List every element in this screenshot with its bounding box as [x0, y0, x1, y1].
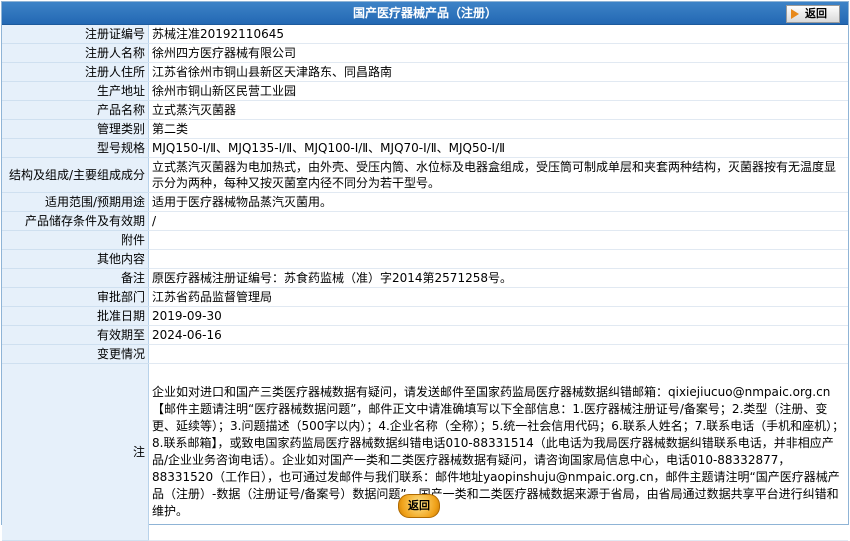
table-row: 注册人住所 江苏省徐州市铜山县新区天津路东、同昌路南 [2, 62, 848, 82]
field-value: 第二类 [148, 119, 848, 139]
field-value: 苏械注准20192110645 [148, 25, 848, 44]
field-label: 变更情况 [2, 344, 149, 364]
field-value: 江苏省药品监督管理局 [148, 287, 848, 307]
field-value: 原医疗器械注册证编号：苏食药监械（准）字2014第2571258号。 [148, 268, 848, 288]
table-row: 产品名称 立式蒸汽灭菌器 [2, 100, 848, 120]
table-row: 备注 原医疗器械注册证编号：苏食药监械（准）字2014第2571258号。 [2, 268, 848, 288]
field-value: 适用于医疗器械物品蒸汽灭菌用。 [148, 192, 848, 212]
field-label: 审批部门 [2, 287, 149, 307]
field-label: 产品储存条件及有效期 [2, 211, 149, 231]
back-button-label: 返回 [805, 7, 827, 20]
field-value: / [148, 211, 848, 231]
field-value: 江苏省徐州市铜山县新区天津路东、同昌路南 [148, 62, 848, 82]
field-value: 徐州市铜山新区民营工业园 [148, 81, 848, 101]
table-row: 审批部门 江苏省药品监督管理局 [2, 287, 848, 307]
field-label: 其他内容 [2, 249, 149, 269]
table-row: 结构及组成/主要组成成分 立式蒸汽灭菌器为电加热式，由外壳、受压内筒、水位标及电器… [2, 157, 848, 193]
field-label: 结构及组成/主要组成成分 [2, 157, 149, 193]
table-row: 产品储存条件及有效期 / [2, 211, 848, 231]
back-button-bottom[interactable]: 返回 [398, 494, 440, 518]
field-value: MJQ150-Ⅰ/Ⅱ、MJQ135-Ⅰ/Ⅱ、MJQ100-Ⅰ/Ⅱ、MJQ70-Ⅰ… [148, 138, 848, 158]
field-value [148, 344, 848, 364]
field-value: 2019-09-30 [148, 306, 848, 326]
field-label: 适用范围/预期用途 [2, 192, 149, 212]
field-value: 徐州四方医疗器械有限公司 [148, 43, 848, 63]
back-button-top[interactable]: 返回 [786, 5, 840, 23]
field-value: 2024-06-16 [148, 325, 848, 345]
field-label: 附件 [2, 230, 149, 250]
field-label: 管理类别 [2, 119, 149, 139]
table-row: 注册证编号 苏械注准20192110645 [2, 25, 848, 44]
note-text: 企业如对进口和国产三类医疗器械数据有疑问，请发送邮件至国家药监局医疗器械数据纠错… [148, 363, 848, 541]
table-row: 变更情况 [2, 344, 848, 364]
field-label: 注 [2, 363, 149, 541]
table-row: 管理类别 第二类 [2, 119, 848, 139]
field-label: 注册人名称 [2, 43, 149, 63]
table-row: 注册人名称 徐州四方医疗器械有限公司 [2, 43, 848, 63]
field-label: 注册人住所 [2, 62, 149, 82]
field-label: 注册证编号 [2, 25, 149, 44]
field-value [148, 230, 848, 250]
field-label: 产品名称 [2, 100, 149, 120]
field-label: 批准日期 [2, 306, 149, 326]
page-title: 国产医疗器械产品（注册） [352, 6, 497, 20]
arrow-right-icon [791, 9, 799, 19]
field-value: 立式蒸汽灭菌器为电加热式，由外壳、受压内筒、水位标及电器盒组成，受压筒可制成单层… [148, 157, 848, 193]
record-panel: 国产医疗器械产品（注册） 返回 注册证编号 苏械注准20192110645 注册人… [1, 1, 849, 541]
table-row: 有效期至 2024-06-16 [2, 325, 848, 345]
table-row: 批准日期 2019-09-30 [2, 306, 848, 326]
field-label: 有效期至 [2, 325, 149, 345]
field-label: 生产地址 [2, 81, 149, 101]
field-label: 备注 [2, 268, 149, 288]
table-row: 生产地址 徐州市铜山新区民营工业园 [2, 81, 848, 101]
field-value: 立式蒸汽灭菌器 [148, 100, 848, 120]
registration-table: 注册证编号 苏械注准20192110645 注册人名称 徐州四方医疗器械有限公司 注… [2, 25, 848, 541]
table-row: 其他内容 [2, 249, 848, 269]
table-row: 型号规格 MJQ150-Ⅰ/Ⅱ、MJQ135-Ⅰ/Ⅱ、MJQ100-Ⅰ/Ⅱ、MJQ… [2, 138, 848, 158]
field-label: 型号规格 [2, 138, 149, 158]
table-row: 附件 [2, 230, 848, 250]
title-bar: 国产医疗器械产品（注册） 返回 [2, 2, 848, 25]
table-row: 适用范围/预期用途 适用于医疗器械物品蒸汽灭菌用。 [2, 192, 848, 212]
field-value [148, 249, 848, 269]
